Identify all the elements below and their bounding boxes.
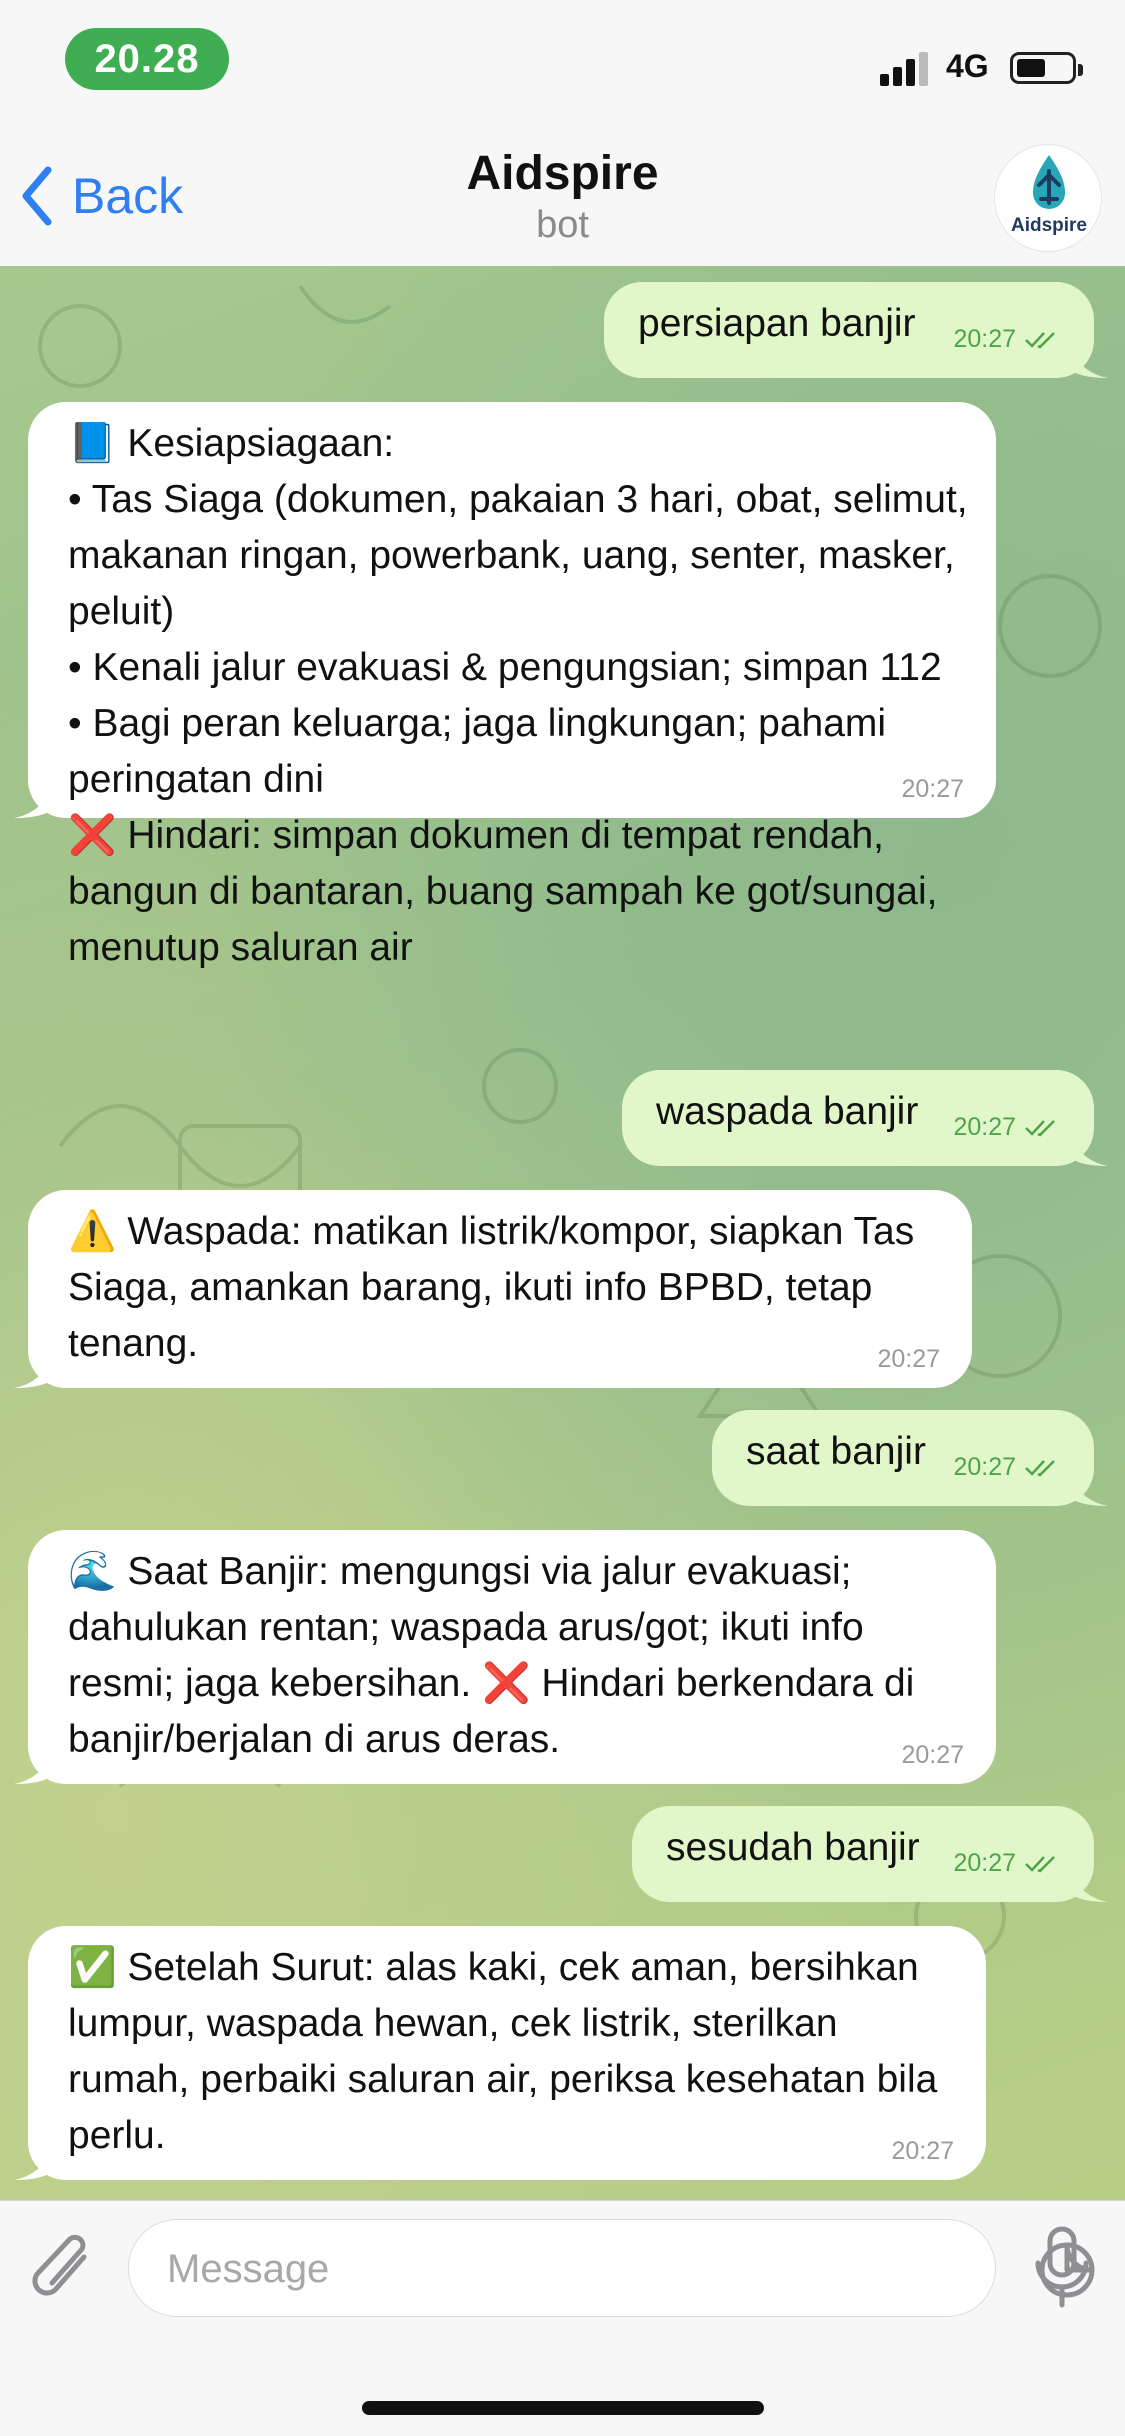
chevron-left-icon bbox=[22, 166, 52, 226]
outgoing-message[interactable]: sesudah banjir 20:27 bbox=[632, 1806, 1108, 1902]
incoming-message[interactable]: ✅ Setelah Surut: alas kaki, cek aman, be… bbox=[14, 1926, 986, 2180]
message-text: 📘 Kesiapsiagaan: • Tas Siaga (dokumen, p… bbox=[68, 422, 968, 969]
outgoing-message[interactable]: saat banjir 20:27 bbox=[712, 1410, 1108, 1506]
status-bar: 20.28 4G bbox=[0, 0, 1125, 140]
bubble-tail bbox=[1068, 338, 1108, 378]
network-type: 4G bbox=[946, 48, 989, 84]
message-time: 20:27 bbox=[953, 1113, 1060, 1142]
home-indicator bbox=[362, 2401, 764, 2415]
message-input[interactable] bbox=[165, 2220, 909, 2318]
double-check-icon bbox=[1025, 331, 1055, 349]
message-time: 20:27 bbox=[877, 1345, 940, 1373]
message-text: 🌊 Saat Banjir: mengungsi via jalur evaku… bbox=[68, 1550, 926, 1761]
incoming-message[interactable]: 📘 Kesiapsiagaan: • Tas Siaga (dokumen, p… bbox=[14, 402, 996, 969]
message-text: waspada banjir bbox=[656, 1090, 919, 1133]
double-check-icon bbox=[1025, 1459, 1055, 1477]
message-text: ⚠️ Waspada: matikan listrik/kompor, siap… bbox=[68, 1210, 926, 1365]
chat-header: Aidspire bot Back Aidspire bbox=[0, 140, 1125, 267]
bubble-tail bbox=[1068, 1862, 1108, 1902]
bubble-tail bbox=[14, 2140, 54, 2180]
message-time: 20:27 bbox=[953, 1849, 1060, 1878]
avatar-label: Aidspire bbox=[1010, 215, 1088, 236]
message-time: 20:27 bbox=[953, 325, 1060, 354]
bubble-tail bbox=[1068, 1126, 1108, 1166]
signal-icon bbox=[880, 50, 930, 86]
double-check-icon bbox=[1025, 1855, 1055, 1873]
message-text: saat banjir bbox=[746, 1430, 926, 1473]
status-time[interactable]: 20.28 bbox=[65, 28, 229, 90]
back-button[interactable]: Back bbox=[20, 166, 183, 226]
message-time: 20:27 bbox=[891, 2137, 954, 2165]
aidspire-logo-icon bbox=[1033, 155, 1065, 209]
bubble-tail bbox=[14, 1744, 54, 1784]
bubble-tail bbox=[1068, 1466, 1108, 1506]
chat-area[interactable]: persiapan banjir 20:27 📘 Kesiapsiagaan: … bbox=[0, 266, 1125, 2200]
message-text: sesudah banjir bbox=[666, 1826, 920, 1869]
message-time: 20:27 bbox=[953, 1453, 1060, 1482]
message-text: persiapan banjir bbox=[638, 302, 916, 345]
back-label: Back bbox=[72, 168, 184, 224]
double-check-icon bbox=[1025, 1119, 1055, 1137]
bubble-tail bbox=[14, 778, 54, 818]
microphone-icon[interactable] bbox=[1030, 2225, 1094, 2311]
message-text: ✅ Setelah Surut: alas kaki, cek aman, be… bbox=[68, 1946, 949, 2157]
message-time: 20:27 bbox=[901, 1741, 964, 1769]
incoming-message[interactable]: 🌊 Saat Banjir: mengungsi via jalur evaku… bbox=[14, 1530, 996, 1784]
bubble-tail bbox=[14, 1348, 54, 1388]
outgoing-message[interactable]: persiapan banjir 20:27 bbox=[604, 282, 1108, 378]
bot-avatar[interactable]: Aidspire bbox=[994, 144, 1102, 252]
message-time: 20:27 bbox=[901, 775, 964, 803]
message-composer bbox=[0, 2200, 1125, 2436]
outgoing-message[interactable]: waspada banjir 20:27 bbox=[622, 1070, 1108, 1166]
battery-icon bbox=[1010, 52, 1083, 84]
paperclip-icon[interactable] bbox=[28, 2227, 102, 2311]
message-field[interactable] bbox=[128, 2219, 1095, 2318]
incoming-message[interactable]: ⚠️ Waspada: matikan listrik/kompor, siap… bbox=[14, 1190, 972, 1388]
